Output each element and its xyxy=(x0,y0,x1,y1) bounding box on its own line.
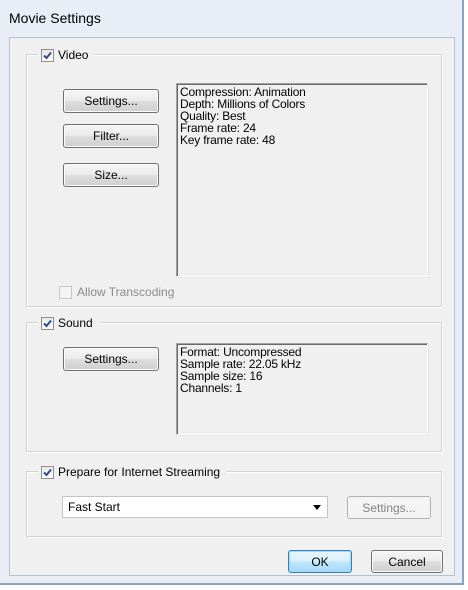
streaming-mode-select[interactable]: Fast Start xyxy=(62,496,328,518)
streaming-settings-button-label: Settings... xyxy=(362,500,416,515)
ok-button[interactable]: OK xyxy=(288,550,352,573)
streaming-checkbox[interactable] xyxy=(41,465,54,479)
sound-group: Sound Settings... Format: Uncompressed S… xyxy=(26,315,442,452)
video-settings-button[interactable]: Settings... xyxy=(63,89,159,113)
sound-legend: Sound xyxy=(38,315,100,331)
sound-checkbox[interactable] xyxy=(41,316,54,330)
checkmark-icon xyxy=(43,468,52,476)
window-title: Movie Settings xyxy=(9,10,101,26)
video-size-button-label: Size... xyxy=(94,168,128,182)
checkmark-icon xyxy=(43,319,52,327)
cancel-button-label: Cancel xyxy=(388,554,426,569)
video-filter-button[interactable]: Filter... xyxy=(63,124,159,148)
sound-info-box: Format: Uncompressed Sample rate: 22.05 … xyxy=(176,343,428,435)
video-info-line: Key frame rate: 48 xyxy=(180,133,276,147)
allow-transcoding-checkbox[interactable] xyxy=(59,285,72,299)
video-legend: Video xyxy=(38,47,96,63)
sound-settings-button[interactable]: Settings... xyxy=(63,347,159,371)
sound-info-line: Channels: 1 xyxy=(180,381,242,395)
sound-settings-button-label: Settings... xyxy=(84,352,138,366)
streaming-label: Prepare for Internet Streaming xyxy=(58,465,221,479)
dialog-body: Video Settings... Filter... Size... Comp… xyxy=(9,37,455,576)
video-group: Video Settings... Filter... Size... Comp… xyxy=(26,47,442,307)
video-info-box: Compression: Animation Depth: Millions o… xyxy=(176,83,428,277)
video-label: Video xyxy=(58,48,89,62)
video-filter-button-label: Filter... xyxy=(92,129,129,143)
allow-transcoding-label: Allow Transcoding xyxy=(77,285,175,299)
streaming-legend: Prepare for Internet Streaming xyxy=(38,464,228,480)
video-checkbox[interactable] xyxy=(41,48,54,62)
streaming-group: Prepare for Internet Streaming Fast Star… xyxy=(26,464,442,537)
streaming-mode-value: Fast Start xyxy=(68,500,121,514)
checkmark-icon xyxy=(43,51,52,59)
chevron-down-icon xyxy=(313,505,321,510)
video-settings-button-label: Settings... xyxy=(84,94,138,108)
allow-transcoding-option[interactable]: Allow Transcoding xyxy=(59,285,174,299)
ok-button-label: OK xyxy=(311,554,329,569)
streaming-settings-button[interactable]: Settings... xyxy=(347,496,431,519)
sound-label: Sound xyxy=(58,316,93,330)
movie-settings-window: Movie Settings Video Settings... Filter.… xyxy=(0,0,464,585)
title-bar[interactable]: Movie Settings xyxy=(0,0,462,36)
cancel-button[interactable]: Cancel xyxy=(371,550,443,573)
video-size-button[interactable]: Size... xyxy=(63,163,159,187)
